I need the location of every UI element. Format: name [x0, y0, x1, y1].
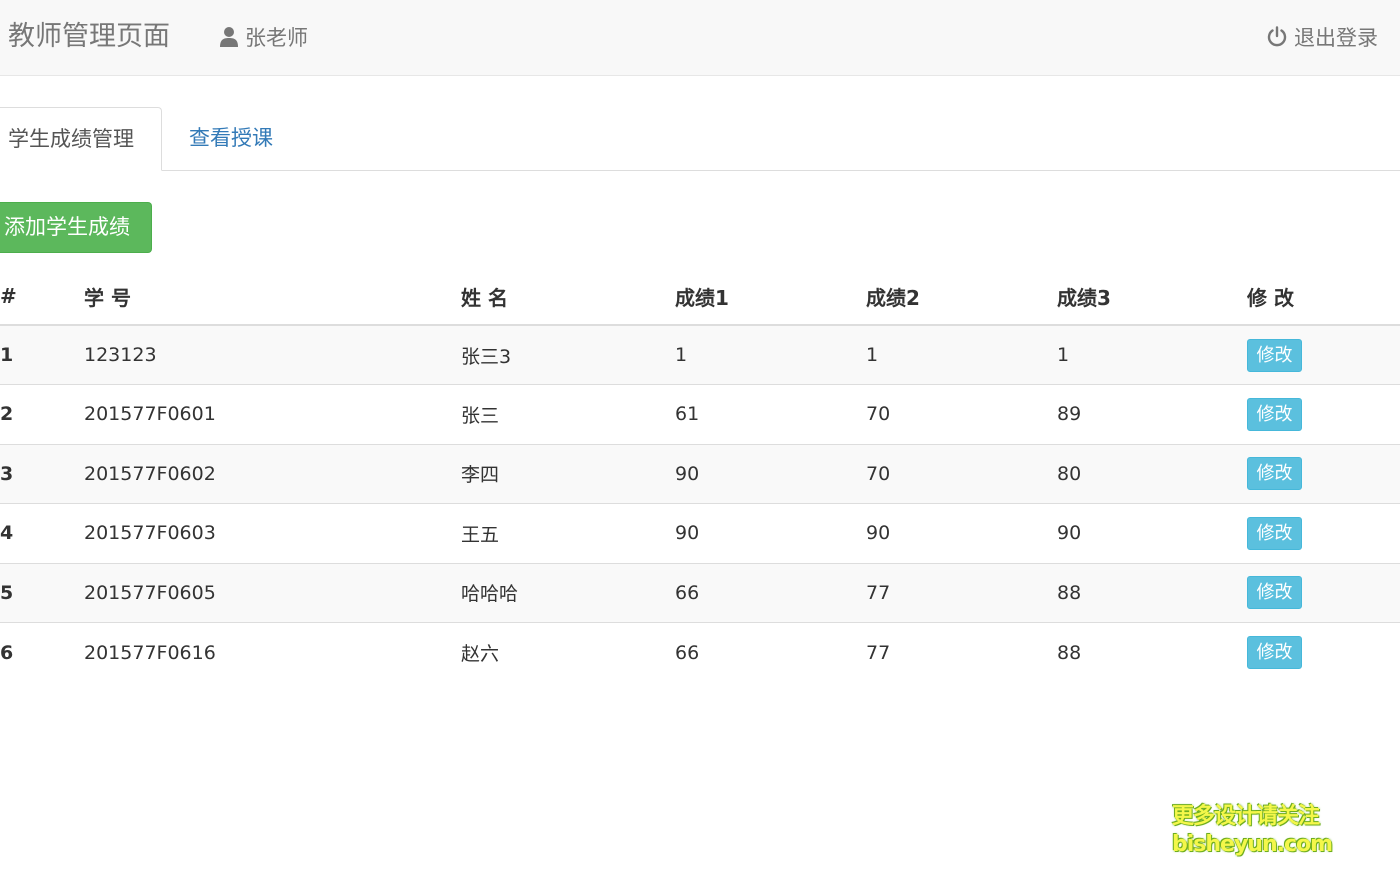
- row-score1: 61: [675, 384, 866, 445]
- watermark-line2: bisheyun.com: [1172, 832, 1333, 857]
- row-score3: 88: [1057, 641, 1082, 664]
- row-name: 张三3: [461, 325, 675, 385]
- row-score1: 66: [675, 641, 700, 664]
- row-index: 1: [0, 325, 84, 385]
- header-student-id: 学 号: [84, 268, 461, 326]
- row-name: 张三: [461, 384, 675, 445]
- row-student-id: 201577F0616: [84, 641, 216, 664]
- row-score2: 77: [866, 563, 1057, 623]
- edit-button[interactable]: 修改: [1247, 397, 1302, 431]
- row-score2: 77: [866, 641, 891, 664]
- row-score2: 1: [866, 325, 1057, 385]
- top-navbar: 教师管理页面 张老师 退出登录: [0, 0, 1400, 76]
- row-score3: 1: [1057, 325, 1247, 385]
- watermark-line1: 更多设计请关注: [1172, 804, 1320, 829]
- row-index: 4: [0, 503, 84, 564]
- edit-button[interactable]: 修改: [1247, 636, 1302, 669]
- tab-view-courses[interactable]: 查看授课: [189, 107, 273, 171]
- row-index: 6: [0, 641, 14, 664]
- logout-button[interactable]: 退出登录: [1266, 21, 1378, 53]
- table-row: 2 201577F0601 张三 61 70 89 修改: [0, 384, 1400, 445]
- header-index: #: [0, 268, 84, 326]
- edit-button[interactable]: 修改: [1247, 457, 1302, 491]
- row-score1: 66: [675, 563, 866, 623]
- row-actions: 修改: [1247, 384, 1400, 445]
- row-actions: 修改: [1247, 503, 1400, 564]
- table-header-row: # 学 号 姓 名 成绩1 成绩2 成绩3 修 改: [0, 268, 1400, 326]
- row-score1: 90: [675, 503, 866, 564]
- watermark: 更多设计请关注 bisheyun.com: [1172, 803, 1333, 859]
- grades-table: # 学 号 姓 名 成绩1 成绩2 成绩3 修 改 1 123123 张三3 1…: [0, 268, 1400, 682]
- row-student-id: 123123: [84, 325, 461, 385]
- row-index: 3: [0, 444, 84, 504]
- row-score2: 70: [866, 444, 1057, 504]
- header-score3: 成绩3: [1057, 268, 1247, 326]
- row-score3: 88: [1057, 563, 1247, 623]
- row-score3: 80: [1057, 444, 1247, 504]
- row-index: 5: [0, 563, 84, 623]
- row-student-id: 201577F0605: [84, 563, 461, 623]
- row-name: 王五: [461, 503, 675, 564]
- row-actions: 修改: [1247, 444, 1400, 504]
- edit-button[interactable]: 修改: [1247, 516, 1302, 550]
- row-student-id: 201577F0602: [84, 444, 461, 504]
- current-user[interactable]: 张老师: [219, 21, 308, 53]
- row-score2: 70: [866, 384, 1057, 445]
- edit-button[interactable]: 修改: [1247, 576, 1302, 610]
- table-row: 6 201577F0616 赵六 66 77 88 修改: [0, 623, 1400, 683]
- table-row: 4 201577F0603 王五 90 90 90 修改: [0, 503, 1400, 564]
- power-icon: [1266, 26, 1288, 48]
- row-actions: 修改: [1247, 563, 1400, 623]
- row-score1: 90: [675, 444, 866, 504]
- row-score2: 90: [866, 503, 1057, 564]
- table-row: 5 201577F0605 哈哈哈 66 77 88 修改: [0, 563, 1400, 623]
- header-score2: 成绩2: [866, 268, 1057, 326]
- row-name: 赵六: [461, 643, 500, 665]
- row-actions: 修改: [1247, 325, 1400, 385]
- row-name: 哈哈哈: [461, 563, 675, 623]
- row-actions: 修改: [1247, 623, 1400, 683]
- header-edit: 修 改: [1247, 268, 1400, 326]
- page-title[interactable]: 教师管理页面: [8, 18, 170, 56]
- edit-button[interactable]: 修改: [1247, 338, 1302, 372]
- row-student-id: 201577F0603: [84, 503, 461, 564]
- tab-grade-management[interactable]: 学生成绩管理: [0, 107, 162, 171]
- header-score1: 成绩1: [675, 268, 866, 326]
- header-name: 姓 名: [461, 268, 675, 326]
- row-score3: 89: [1057, 384, 1247, 445]
- row-score1: 1: [675, 325, 866, 385]
- row-score3: 90: [1057, 503, 1247, 564]
- row-index: 2: [0, 384, 84, 445]
- table-row: 1 123123 张三3 1 1 1 修改: [0, 325, 1400, 385]
- row-name: 李四: [461, 444, 675, 504]
- user-icon: [219, 26, 239, 48]
- table-row: 3 201577F0602 李四 90 70 80 修改: [0, 444, 1400, 504]
- tab-bar: 学生成绩管理 查看授课: [0, 107, 1400, 171]
- add-grade-button[interactable]: 添加学生成绩: [0, 202, 152, 253]
- logout-label: 退出登录: [1294, 26, 1378, 50]
- row-student-id: 201577F0601: [84, 384, 461, 445]
- user-name: 张老师: [245, 26, 308, 50]
